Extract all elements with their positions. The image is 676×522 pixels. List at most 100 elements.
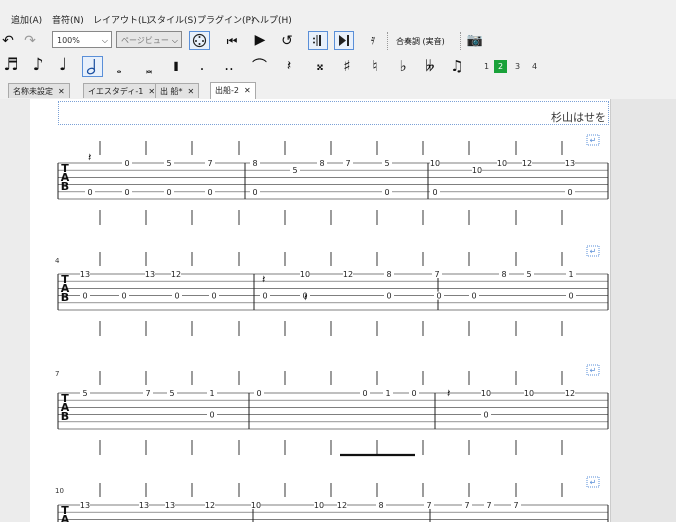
double-dot-icon[interactable]: .. [222, 56, 236, 74]
tab-yesterday[interactable]: イエスタディ-1 ✕ [83, 83, 161, 98]
flip-direction-icon[interactable]: ♫ [448, 57, 466, 75]
fret-number: 7 [434, 270, 439, 279]
fret-number: 5 [169, 389, 174, 398]
fret-number: 5 [384, 159, 389, 168]
fret-number: 8 [386, 270, 391, 279]
fret-number: 7 [345, 159, 350, 168]
fret-number: 0 [124, 188, 129, 197]
menu-notes[interactable]: 音符(N) [52, 13, 84, 26]
tab-clef-letter: B [61, 410, 69, 423]
fret-number: 0 [121, 292, 126, 301]
fret-number: 0 [567, 188, 572, 197]
toolbar-separator [460, 32, 462, 50]
fret-number: 12 [343, 270, 353, 279]
loop-icon[interactable]: ↺ [278, 32, 296, 50]
menu-add[interactable]: 追加(A) [11, 13, 42, 26]
half-note-icon [86, 59, 96, 75]
playback-settings-button[interactable] [189, 31, 210, 50]
fret-number: 13 [80, 270, 90, 279]
tab-clef-letter: B [61, 180, 69, 193]
canvas-background [611, 99, 676, 522]
natural-icon[interactable]: ♮ [368, 57, 382, 75]
fret-number: 1 [209, 389, 214, 398]
close-icon[interactable]: ✕ [244, 86, 251, 95]
zoom-select[interactable]: 100% ⌵ [52, 31, 112, 48]
eighth-note-icon[interactable]: ♪ [30, 56, 46, 74]
measure-number: 4 [55, 257, 60, 265]
menu-plugins[interactable]: プラグイン(P) [197, 13, 254, 26]
longa-note-icon[interactable]: 𝅛 [166, 57, 186, 75]
fret-number: 8 [378, 501, 383, 510]
menu-layout[interactable]: レイアウト(L) [93, 13, 150, 26]
fret-number: 7 [207, 159, 212, 168]
metronome-icon[interactable]: 𝄿 [365, 31, 381, 49]
fret-number: 13 [80, 501, 90, 510]
tab-label: 出船-2 [215, 86, 239, 95]
score-tabs: 名称未設定 ✕ イエスタディ-1 ✕ 出 船* ✕ 出船-2 ✕ [0, 80, 676, 100]
measure-number: 7 [55, 370, 59, 378]
fret-number: 7 [426, 501, 431, 510]
pan-score-button[interactable] [334, 31, 354, 50]
voice-4-button[interactable]: 4 [528, 60, 541, 73]
quarter-note-icon[interactable]: ♩ [55, 56, 71, 74]
fret-number: 5 [292, 166, 297, 175]
rest-icon[interactable]: 𝄽 [280, 57, 298, 75]
menu-style[interactable]: スタイル(S) [148, 13, 197, 26]
score-page[interactable]: 杉山はせを TAB↵TAB4↵TAB7↵TAB10↵05788751010121… [30, 99, 611, 522]
repeat-play-button[interactable] [308, 31, 328, 50]
half-note-button[interactable] [82, 56, 103, 77]
fret-number: 0 [568, 292, 573, 301]
fret-number: 0 [124, 159, 129, 168]
view-mode-select[interactable]: ページビュー ⌵ [116, 31, 182, 48]
rest-glyph: 𝄽 [262, 273, 265, 286]
breve-note-icon[interactable]: 𝅜 [138, 60, 160, 78]
fret-number: 0 [386, 292, 391, 301]
concert-pitch-toggle[interactable]: 合奏調 (実音) [396, 33, 445, 51]
double-sharp-icon[interactable]: 𝄪 [313, 57, 327, 75]
note-input-toolbar: ♬ ♪ ♩ 𝅝 𝅜 𝅛 . .. ⌒ 𝄽 𝄪 ♯ ♮ ♭ 𝄫 ♫ [0, 54, 676, 80]
double-flat-icon[interactable]: 𝄫 [421, 57, 439, 75]
toolbar-separator [387, 32, 389, 50]
tab-defune[interactable]: 出 船* ✕ [155, 83, 200, 98]
whole-note-icon[interactable]: 𝅝 [111, 60, 127, 78]
fret-number: 12 [522, 159, 532, 168]
voice-1-button[interactable]: 1 [480, 60, 493, 73]
tab-label: 出 船* [160, 87, 183, 96]
menu-help[interactable]: ヘルプ(H) [251, 13, 292, 26]
fret-number: 13 [165, 501, 175, 510]
play-icon[interactable]: ▶ [251, 31, 269, 49]
close-icon[interactable]: ✕ [188, 87, 195, 96]
fret-number: 10 [314, 501, 324, 510]
sharp-icon[interactable]: ♯ [340, 57, 354, 75]
rest-glyph: 𝄽 [88, 151, 91, 164]
return-arrow-icon: ↵ [590, 247, 597, 256]
fret-number: 8 [319, 159, 324, 168]
fret-number: 0 [252, 188, 257, 197]
tab-untitled[interactable]: 名称未設定 ✕ [8, 83, 70, 98]
fret-number: 0 [174, 292, 179, 301]
menu-bar: 追加(A) 音符(N) レイアウト(L) スタイル(S) プラグイン(P) ヘル… [0, 0, 676, 28]
fret-number: 10 [251, 501, 261, 510]
rewind-icon[interactable]: ⏮ [222, 32, 242, 50]
augmentation-dot-icon[interactable]: . [196, 56, 208, 74]
flat-icon[interactable]: ♭ [396, 57, 410, 75]
sixteenth-note-icon[interactable]: ♬ [2, 56, 20, 74]
undo-icon[interactable]: ↶ [0, 32, 16, 50]
fret-number: 0 [82, 292, 87, 301]
fret-number: 0 [471, 292, 476, 301]
score-view[interactable]: 杉山はせを TAB↵TAB4↵TAB7↵TAB10↵05788751010121… [0, 99, 676, 522]
fret-number: 0 [262, 292, 267, 301]
tie-icon[interactable]: ⌒ [252, 57, 267, 75]
tab-label: イエスタディ-1 [88, 87, 144, 96]
voice-3-button[interactable]: 3 [511, 60, 524, 73]
fret-number: 13 [565, 159, 575, 168]
fret-number: 0 [432, 188, 437, 197]
measure-number: 10 [55, 487, 64, 495]
main-toolbar: ↶ ↷ 100% ⌵ ページビュー ⌵ ⏮ ▶ ↺ 𝄿 合奏調 (実音) 📷 [0, 28, 676, 54]
close-icon[interactable]: ✕ [58, 87, 65, 96]
voice-2-button[interactable]: 2 [494, 60, 507, 73]
redo-icon[interactable]: ↷ [22, 32, 38, 50]
camera-icon[interactable]: 📷 [466, 32, 484, 50]
fret-number: 12 [565, 389, 575, 398]
tab-defune-2[interactable]: 出船-2 ✕ [210, 82, 256, 99]
